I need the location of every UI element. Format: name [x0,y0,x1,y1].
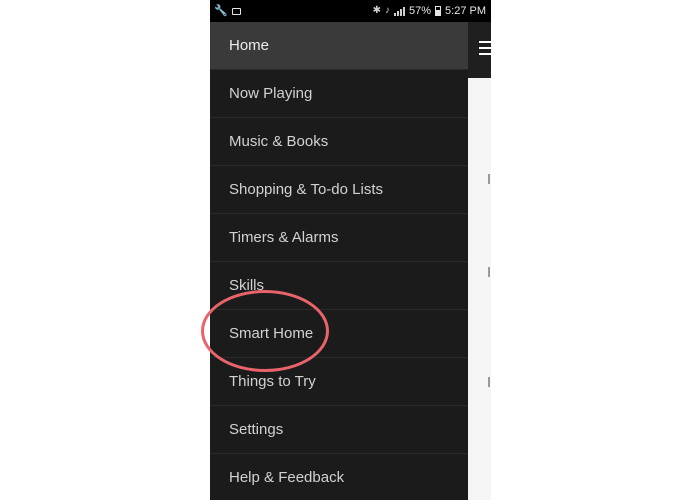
mute-icon: ♪ [385,5,390,16]
menu-item-settings[interactable]: Settings [210,406,468,454]
menu-item-skills[interactable]: Skills [210,262,468,310]
main-content-peek [468,22,491,500]
status-clock: 5:27 PM [445,5,486,17]
hamburger-menu-icon[interactable] [479,41,491,55]
navigation-drawer: Home Now Playing Music & Books Shopping … [210,22,468,500]
main-header [468,22,491,78]
menu-item-smart-home[interactable]: Smart Home [210,310,468,358]
menu-item-timers-alarms[interactable]: Timers & Alarms [210,214,468,262]
status-bar-left: 🔧 [214,0,241,22]
menu-item-now-playing[interactable]: Now Playing [210,70,468,118]
menu-item-help-feedback[interactable]: Help & Feedback [210,454,468,500]
wrench-icon: 🔧 [214,5,228,17]
battery-icon [435,6,442,16]
signal-icon [394,6,405,16]
menu-item-home[interactable]: Home [210,22,468,70]
menu-item-shopping-lists[interactable]: Shopping & To-do Lists [210,166,468,214]
bluetooth-icon: ✱ [372,5,381,16]
battery-percentage: 57% [409,5,432,17]
status-bar: 🔧 ✱ ♪ 57% 5:27 PM [210,0,491,22]
sim-card-icon [231,7,241,15]
menu-item-music-books[interactable]: Music & Books [210,118,468,166]
content-fragment [488,267,490,277]
phone-screen: 🔧 ✱ ♪ 57% 5:27 PM Home Now Playing Music… [210,0,491,500]
content-fragment [488,174,490,184]
status-bar-right: ✱ ♪ 57% 5:27 PM [373,0,486,22]
menu-item-things-to-try[interactable]: Things to Try [210,358,468,406]
content-fragment [488,377,490,387]
